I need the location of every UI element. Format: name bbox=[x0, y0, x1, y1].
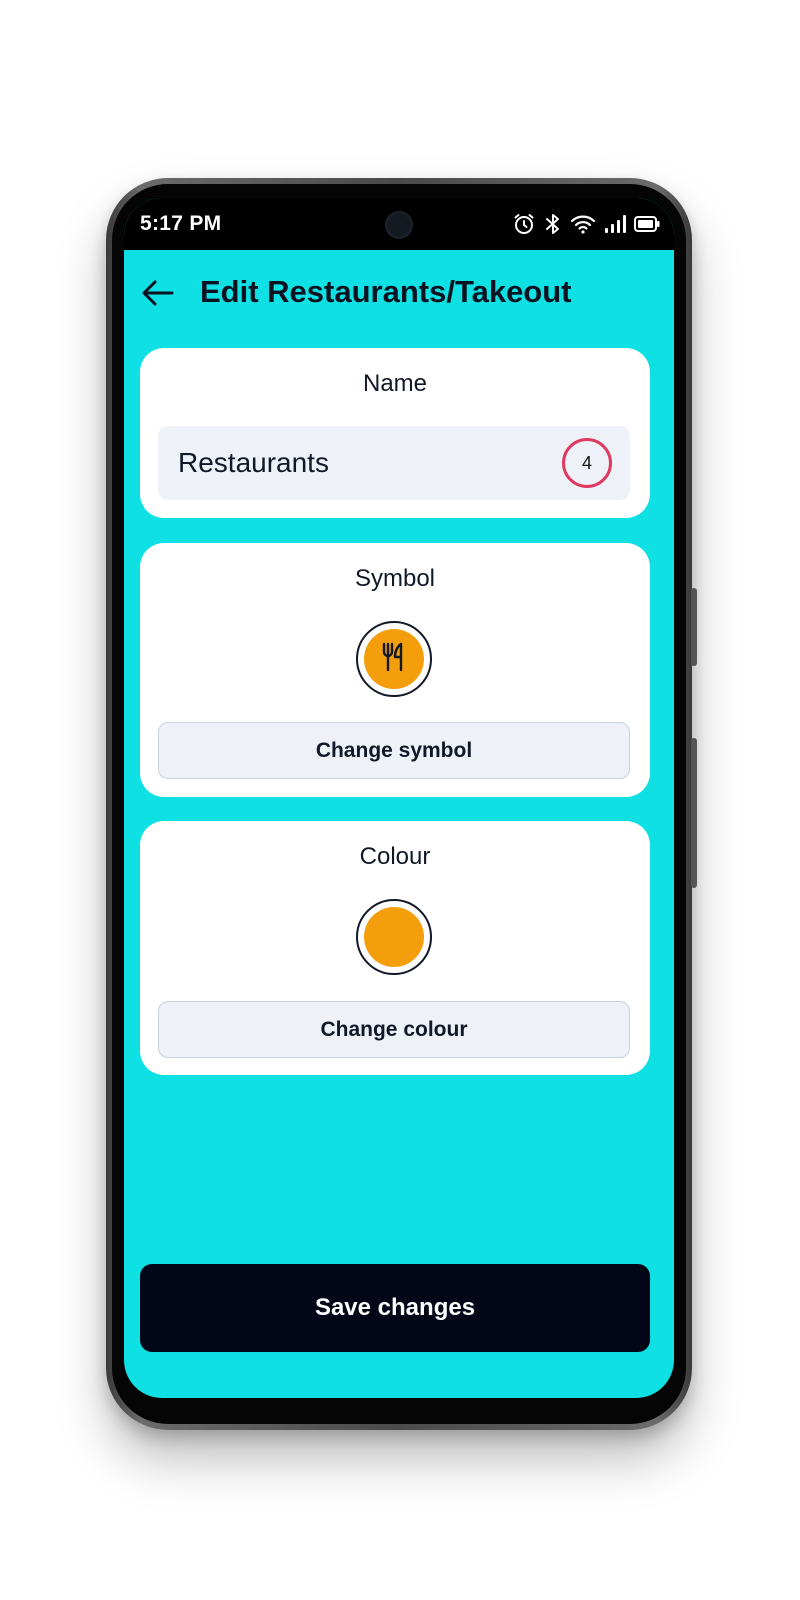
signal-icon bbox=[604, 214, 626, 234]
change-symbol-button[interactable]: Change symbol bbox=[158, 722, 630, 779]
app-screen: 5:17 PM Edit Restaurants/Takeout Name Re… bbox=[124, 198, 674, 1398]
name-input[interactable]: Restaurants 4 bbox=[158, 426, 630, 500]
symbol-preview-fill bbox=[364, 629, 424, 689]
front-camera bbox=[385, 211, 413, 239]
status-time: 5:17 PM bbox=[140, 212, 222, 235]
status-icons bbox=[512, 210, 660, 238]
colour-section-title: Colour bbox=[359, 843, 431, 870]
app-header: Edit Restaurants/Takeout bbox=[124, 250, 674, 340]
colour-swatch bbox=[364, 907, 424, 967]
back-button[interactable] bbox=[138, 275, 178, 315]
name-card: Name Restaurants 4 bbox=[140, 348, 650, 518]
volume-button bbox=[691, 588, 697, 666]
name-input-value: Restaurants bbox=[178, 447, 329, 478]
symbol-preview bbox=[356, 621, 432, 697]
bluetooth-icon bbox=[544, 212, 562, 236]
character-counter: 4 bbox=[562, 438, 612, 488]
name-section-title: Name bbox=[362, 370, 428, 397]
status-bar: 5:17 PM bbox=[124, 198, 674, 250]
symbol-section-title: Symbol bbox=[354, 565, 436, 592]
arrow-left-icon bbox=[141, 279, 175, 312]
power-button bbox=[691, 738, 697, 888]
wifi-icon bbox=[570, 213, 596, 235]
change-colour-button[interactable]: Change colour bbox=[158, 1001, 630, 1058]
symbol-card: Symbol Change symbol bbox=[140, 543, 650, 797]
colour-card: Colour Change colour bbox=[140, 821, 650, 1075]
colour-preview bbox=[356, 899, 432, 975]
save-changes-button[interactable]: Save changes bbox=[140, 1264, 650, 1352]
battery-icon bbox=[634, 216, 660, 232]
page-title: Edit Restaurants/Takeout bbox=[200, 274, 572, 309]
alarm-icon bbox=[512, 212, 536, 236]
fork-knife-icon bbox=[379, 641, 409, 678]
